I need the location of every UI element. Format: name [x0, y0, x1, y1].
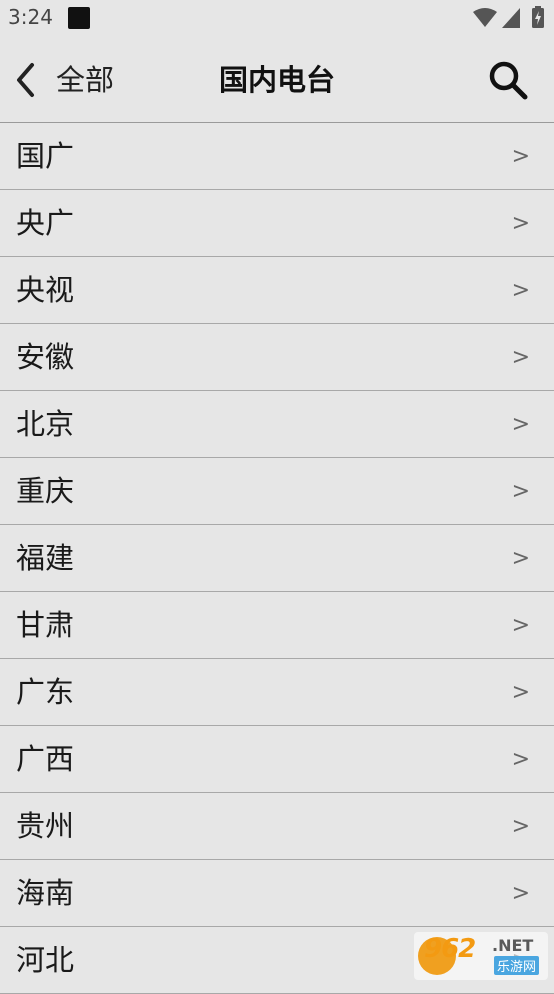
list-item-guizhou[interactable]: 贵州 > [0, 793, 554, 860]
list-item-label: 贵州 [16, 809, 75, 843]
signal-icon [502, 8, 520, 28]
chevron-right-icon: > [511, 613, 530, 638]
watermark-net: .NET [492, 936, 534, 955]
list-item-guangxi[interactable]: 广西 > [0, 726, 554, 793]
chevron-right-icon: > [511, 546, 530, 571]
list-item-fujian[interactable]: 福建 > [0, 525, 554, 592]
list-item-label: 甘肃 [16, 608, 75, 642]
search-button[interactable] [484, 56, 532, 104]
chevron-right-icon: > [511, 747, 530, 772]
station-category-list: 国广 > 央广 > 央视 > 安徽 > 北京 > 重庆 > 福建 > 甘肃 > … [0, 123, 554, 994]
chevron-right-icon: > [511, 680, 530, 705]
watermark-number: 962 [424, 934, 476, 964]
chevron-right-icon: > [511, 412, 530, 437]
chevron-right-icon: > [511, 814, 530, 839]
chevron-right-icon: > [511, 278, 530, 303]
list-item-yangguang[interactable]: 央广 > [0, 190, 554, 257]
toolbar: 全部 国内电台 [0, 38, 554, 123]
list-item-label: 重庆 [16, 474, 75, 508]
watermark-logo: 962 .NET 乐游网 [414, 932, 548, 980]
list-item-label: 河北 [16, 943, 75, 977]
list-item-label: 央视 [16, 273, 75, 307]
chevron-right-icon: > [511, 144, 530, 169]
status-time: 3:24 [8, 5, 53, 29]
list-item-label: 国广 [16, 139, 75, 173]
notification-square-icon [68, 7, 90, 29]
list-item-label: 福建 [16, 541, 75, 575]
list-item-anhui[interactable]: 安徽 > [0, 324, 554, 391]
chevron-right-icon: > [511, 881, 530, 906]
list-item-label: 广东 [16, 675, 75, 709]
list-item-label: 北京 [16, 407, 75, 441]
list-item-beijing[interactable]: 北京 > [0, 391, 554, 458]
page-title: 国内电台 [218, 63, 335, 97]
list-item-label: 海南 [16, 876, 75, 910]
list-item-label: 广西 [16, 742, 75, 776]
status-bar: 3:24 [0, 0, 554, 38]
list-item-chongqing[interactable]: 重庆 > [0, 458, 554, 525]
list-item-yangshi[interactable]: 央视 > [0, 257, 554, 324]
battery-charging-icon [532, 6, 544, 28]
chevron-right-icon: > [511, 479, 530, 504]
chevron-right-icon: > [511, 345, 530, 370]
list-item-hainan[interactable]: 海南 > [0, 860, 554, 927]
list-item-label: 央广 [16, 206, 75, 240]
chevron-right-icon: > [511, 211, 530, 236]
list-item-label: 安徽 [16, 340, 75, 374]
watermark-sub: 乐游网 [494, 956, 540, 975]
list-item-guoguang[interactable]: 国广 > [0, 123, 554, 190]
search-icon [489, 61, 528, 100]
list-item-gansu[interactable]: 甘肃 > [0, 592, 554, 659]
wifi-icon [473, 8, 497, 27]
list-item-guangdong[interactable]: 广东 > [0, 659, 554, 726]
